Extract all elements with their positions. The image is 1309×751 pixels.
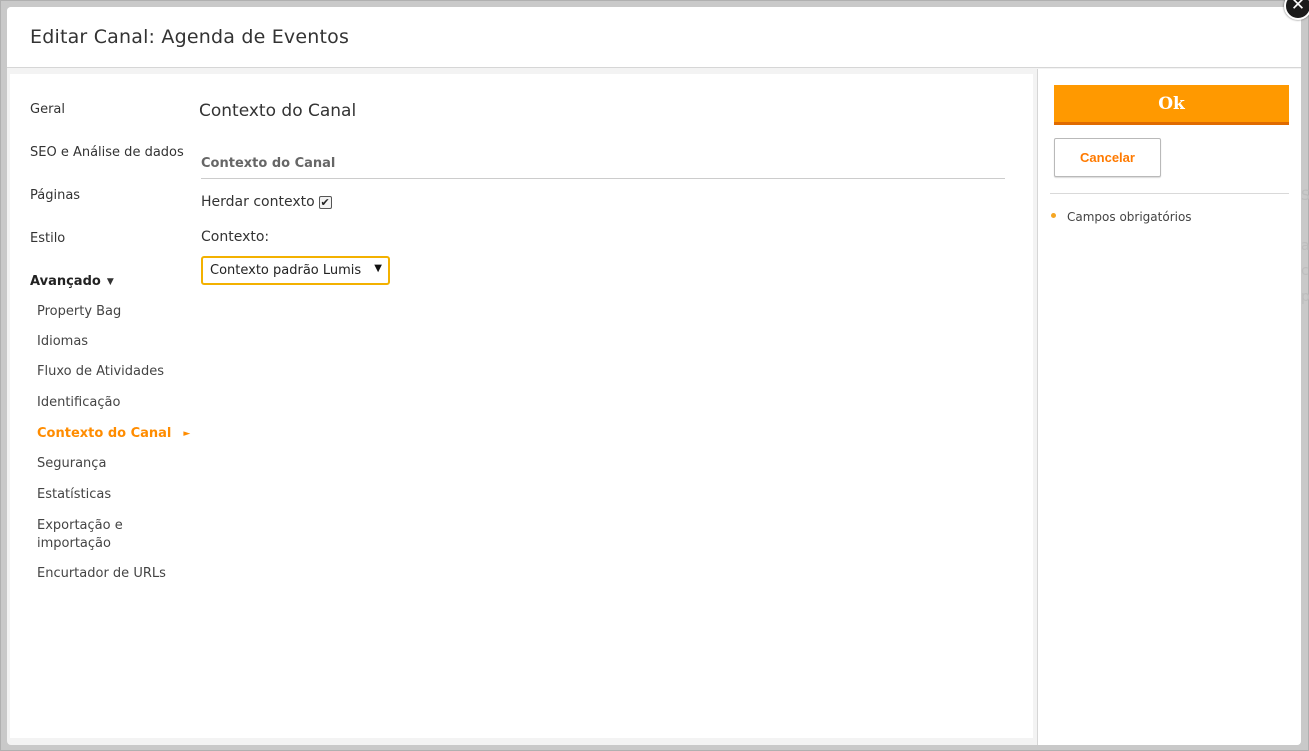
nav-item-property-bag[interactable]: Property Bag — [37, 304, 121, 319]
dialog-title: Editar Canal: Agenda de Eventos — [30, 26, 350, 48]
inherit-context-label: Herdar contexto — [201, 194, 315, 210]
inherit-context-row: Herdar contexto ✔ — [201, 194, 332, 210]
triangle-right-icon: ► — [183, 429, 191, 439]
actions-panel: Ok Cancelar Campos obrigatórios — [1037, 69, 1301, 745]
context-label: Contexto: — [201, 229, 270, 245]
required-fields-label: Campos obrigatórios — [1067, 210, 1192, 224]
backdrop-text: S — [1301, 188, 1309, 204]
dialog-title-bar: Editar Canal: Agenda de Eventos — [7, 7, 1301, 68]
nav-item-encurtador-urls[interactable]: Encurtador de URLs — [37, 566, 166, 581]
nav-item-estatisticas[interactable]: Estatísticas — [37, 487, 111, 502]
context-select-value: Contexto padrão Lumis — [210, 263, 362, 278]
nav-item-paginas[interactable]: Páginas — [30, 188, 80, 203]
nav-item-fluxo-atividades[interactable]: Fluxo de Atividades — [37, 364, 164, 379]
backdrop-text: p — [1301, 289, 1309, 305]
page-title: Contexto do Canal — [199, 101, 357, 121]
nav-item-seguranca[interactable]: Segurança — [37, 456, 106, 471]
inherit-context-checkbox[interactable]: ✔ — [318, 195, 332, 209]
section-heading: Contexto do Canal — [201, 156, 1005, 179]
cancel-button[interactable]: Cancelar — [1054, 138, 1161, 177]
nav-item-geral[interactable]: Geral — [30, 102, 65, 117]
nav-item-contexto-canal[interactable]: Contexto do Canal ► — [37, 426, 190, 441]
nav-group-avancado[interactable]: Avançado ▼ — [30, 274, 114, 289]
required-dot-icon — [1051, 212, 1056, 218]
main-panel: Geral SEO e Análise de dados Páginas Est… — [10, 74, 1033, 738]
nav-item-exportacao[interactable]: Exportação e importação — [37, 517, 147, 553]
backdrop-text: c — [1301, 263, 1309, 279]
chevron-down-icon: ▼ — [106, 277, 114, 287]
nav-item-label: Contexto do Canal — [37, 426, 172, 441]
edit-channel-dialog: Editar Canal: Agenda de Eventos Geral SE… — [7, 7, 1301, 745]
nav-item-identificacao[interactable]: Identificação — [37, 395, 120, 410]
context-select[interactable]: Contexto padrão Lumis ▼ — [201, 256, 390, 285]
divider — [1050, 193, 1289, 194]
ok-button[interactable]: Ok — [1054, 85, 1289, 125]
nav-group-label: Avançado — [30, 274, 101, 289]
required-fields-note: Campos obrigatórios — [1051, 210, 1192, 224]
nav-item-seo[interactable]: SEO e Análise de dados — [30, 145, 184, 160]
backdrop-text: a — [1301, 238, 1309, 254]
nav-item-estilo[interactable]: Estilo — [30, 231, 65, 246]
nav-item-idiomas[interactable]: Idiomas — [37, 334, 88, 349]
dropdown-caret-icon: ▼ — [374, 263, 382, 274]
